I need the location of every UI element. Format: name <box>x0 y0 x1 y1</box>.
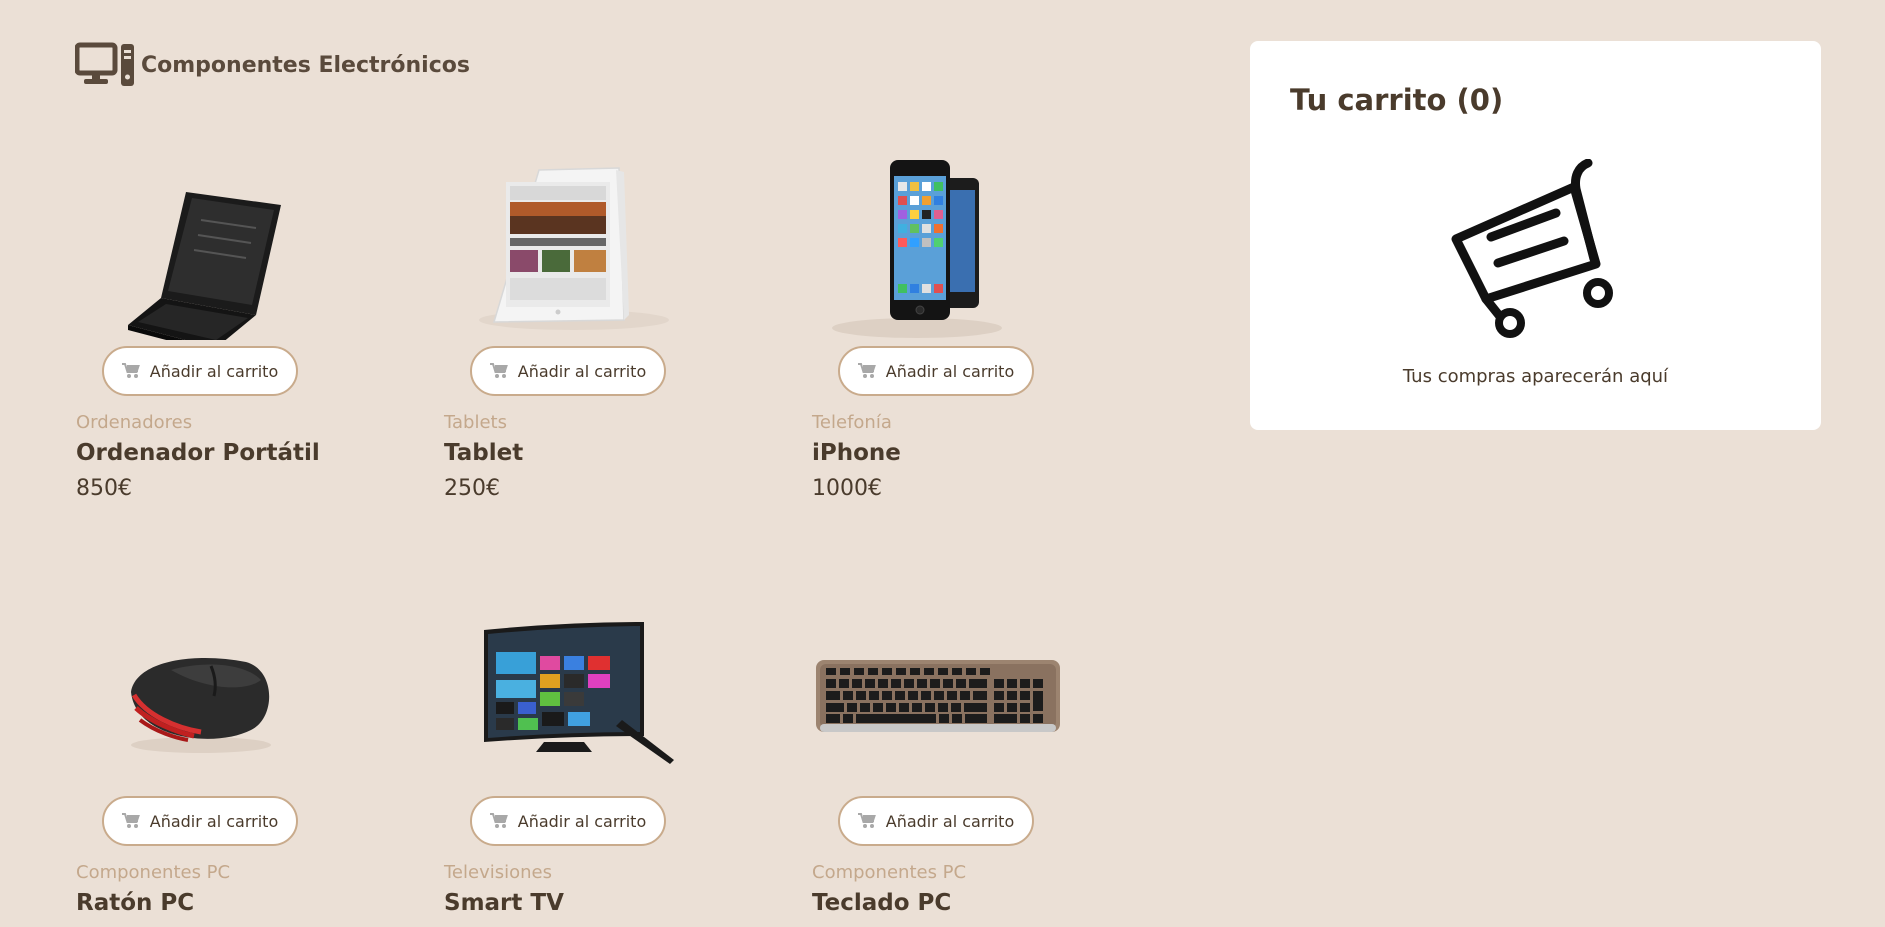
add-to-cart-button[interactable]: Añadir al carrito <box>838 346 1034 396</box>
add-to-cart-button[interactable]: Añadir al carrito <box>470 796 666 846</box>
product-category: Telefonía <box>812 412 892 433</box>
product-card: Añadir al carrito Tablets Tablet 250€ <box>444 150 744 510</box>
computer-icon <box>75 42 134 86</box>
add-to-cart-button[interactable]: Añadir al carrito <box>470 346 666 396</box>
product-category: Ordenadores <box>76 412 193 433</box>
product-card: Añadir al carrito Componentes PC Teclado… <box>812 600 1112 927</box>
cart-icon <box>857 363 876 378</box>
product-category: Componentes PC <box>76 862 231 883</box>
smart-tv-image <box>444 600 744 790</box>
add-to-cart-label: Añadir al carrito <box>885 811 1015 831</box>
product-category: Componentes PC <box>812 862 967 883</box>
cart-title: Tu carrito (0) <box>1290 83 1504 117</box>
add-to-cart-label: Añadir al carrito <box>149 361 279 381</box>
product-card: Añadir al carrito Componentes PC Ratón P… <box>76 600 376 927</box>
cart-empty-message: Tus compras aparecerán aquí <box>1402 366 1669 387</box>
add-to-cart-label: Añadir al carrito <box>149 811 279 831</box>
product-card: Añadir al carrito Televisiones Smart TV <box>444 600 744 927</box>
add-to-cart-button[interactable]: Añadir al carrito <box>838 796 1034 846</box>
cart-icon <box>121 813 140 828</box>
cart-icon <box>857 813 876 828</box>
shopping-cart-icon <box>1451 159 1613 338</box>
product-category: Televisiones <box>444 862 552 883</box>
add-to-cart-button[interactable]: Añadir al carrito <box>102 346 298 396</box>
product-name: Smart TV <box>444 890 564 916</box>
add-to-cart-label: Añadir al carrito <box>885 361 1015 381</box>
page-title: Componentes Electrónicos <box>141 52 470 78</box>
add-to-cart-label: Añadir al carrito <box>517 361 647 381</box>
cart-icon <box>121 363 140 378</box>
product-name: Ratón PC <box>76 890 195 916</box>
brand[interactable]: Componentes Electrónicos <box>75 42 470 88</box>
product-card: Añadir al carrito Telefonía iPhone 1000€ <box>812 150 1112 510</box>
product-card: Añadir al carrito Ordenadores Ordenador … <box>76 150 376 510</box>
product-price: 250€ <box>444 476 500 501</box>
product-category: Tablets <box>444 412 507 433</box>
mouse-image <box>76 600 376 790</box>
product-price: 850€ <box>76 476 132 501</box>
product-price: 1000€ <box>812 476 882 501</box>
add-to-cart-button[interactable]: Añadir al carrito <box>102 796 298 846</box>
cart-icon <box>489 363 508 378</box>
iphone-image <box>812 150 1112 340</box>
product-name: Tablet <box>444 440 524 466</box>
cart-icon <box>489 813 508 828</box>
page: Componentes Electrónicos Añadir al carri… <box>0 0 1885 927</box>
product-name: Teclado PC <box>812 890 952 916</box>
cart-panel: Tu carrito (0) Tus compras aparecerán aq… <box>1250 41 1821 430</box>
product-name: iPhone <box>812 440 901 466</box>
product-name: Ordenador Portátil <box>76 440 320 466</box>
laptop-image <box>76 150 376 353</box>
add-to-cart-label: Añadir al carrito <box>517 811 647 831</box>
tablet-image <box>444 150 744 340</box>
keyboard-image <box>812 600 1112 790</box>
